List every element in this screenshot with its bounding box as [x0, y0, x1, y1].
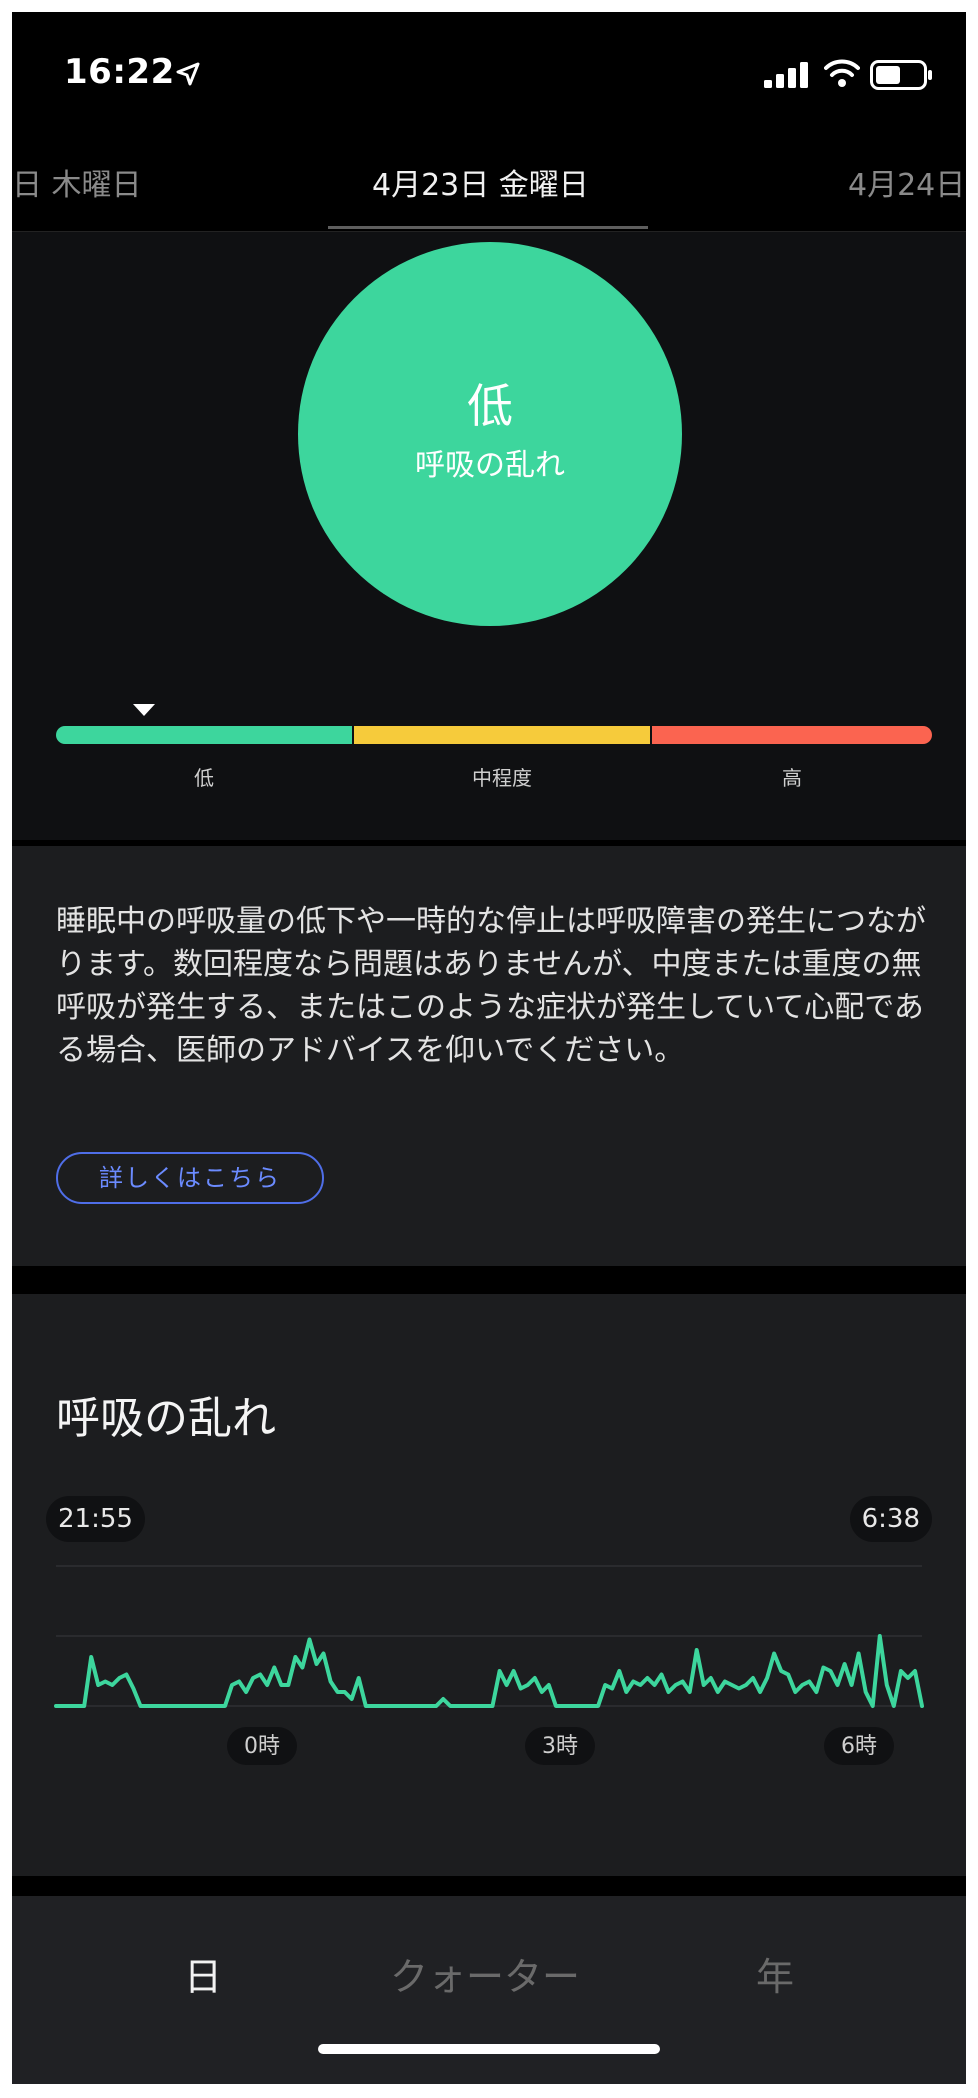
wifi-icon: [824, 59, 860, 87]
status-time: 16:22: [64, 52, 175, 92]
status-level-text: 低: [467, 379, 513, 433]
series-line: [54, 1634, 924, 1708]
status-circle: 低 呼吸の乱れ: [298, 242, 682, 626]
selected-tab-indicator: [328, 226, 648, 229]
info-description: 睡眠中の呼吸量の低下や一時的な停止は呼吸障害の発生につながります。数回程度なら問…: [56, 904, 926, 1068]
scale-label-high: 高: [782, 766, 802, 790]
phone-screen: 16:22 日 木曜日 4月23日 金曜日 4月24日 低 呼吸の乱れ 低 中程…: [12, 12, 966, 2084]
tab-year[interactable]: 年: [756, 1946, 794, 2001]
summary-section: 低 呼吸の乱れ 低 中程度 高: [12, 232, 966, 840]
scale-label-moderate: 中程度: [472, 766, 532, 790]
info-card: 睡眠中の呼吸量の低下や一時的な停止は呼吸障害の発生につながります。数回程度なら問…: [12, 846, 966, 1266]
location-arrow-icon: [176, 62, 200, 86]
period-tab-bar: 日 クォーター 年: [12, 1896, 966, 2084]
date-tab-current[interactable]: 4月23日 金曜日: [372, 160, 589, 204]
x-tick-text-2: 6時: [841, 1734, 877, 1759]
tab-day[interactable]: 日: [184, 1946, 222, 2001]
scale-segment-moderate: [354, 726, 650, 744]
date-selector: 日 木曜日 4月23日 金曜日 4月24日: [12, 132, 966, 232]
status-label-text: 呼吸の乱れ: [415, 448, 565, 483]
home-indicator[interactable]: [318, 2044, 660, 2054]
level-marker-icon: [132, 704, 155, 716]
scale-segment-high: [652, 726, 932, 744]
date-tab-previous[interactable]: 日 木曜日: [12, 160, 142, 204]
learn-more-button[interactable]: 詳しくはこちら: [56, 1152, 324, 1204]
x-tick-text-1: 3時: [542, 1734, 578, 1759]
breathing-chart: 0時 3時 6時: [54, 1565, 924, 1765]
status-bar: 16:22: [12, 12, 966, 132]
chart-card: 呼吸の乱れ 21:55 6:38 0時 3時 6時: [12, 1294, 966, 1876]
battery-icon: [870, 60, 932, 90]
tab-quarter[interactable]: クォーター: [390, 1946, 580, 2001]
scale-label-low: 低: [194, 766, 214, 790]
x-tick-label-0: 0時: [227, 1727, 297, 1765]
cellular-signal-icon: [764, 62, 808, 88]
x-tick-text-0: 0時: [244, 1734, 280, 1759]
x-tick-label-1: 3時: [525, 1727, 595, 1765]
x-tick-label-2: 6時: [824, 1727, 894, 1765]
date-tab-next[interactable]: 4月24日: [848, 160, 965, 204]
scale-segment-low: [56, 726, 352, 744]
